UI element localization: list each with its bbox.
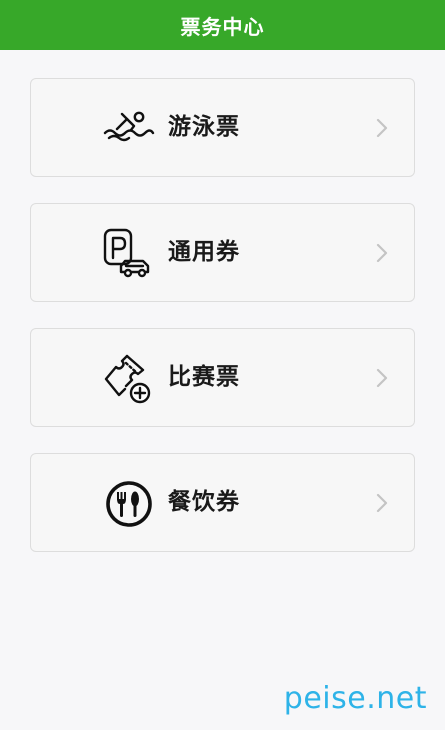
- chevron-right-icon: [372, 242, 392, 264]
- card-label: 游泳票: [168, 114, 240, 140]
- parking-car-icon: [103, 228, 155, 280]
- header-bar: 票务中心: [0, 0, 445, 50]
- chevron-right-icon: [372, 117, 392, 139]
- card-general-voucher[interactable]: 通用券: [30, 203, 415, 302]
- swimmer-icon: [103, 103, 155, 155]
- ticket-plus-icon: [103, 353, 155, 405]
- dining-icon: [103, 478, 155, 530]
- card-label: 比赛票: [168, 364, 240, 390]
- card-label: 餐饮券: [168, 489, 240, 515]
- page-title: 票务中心: [180, 14, 265, 39]
- watermark: peise.net: [283, 681, 427, 716]
- card-dining-voucher[interactable]: 餐饮券: [30, 453, 415, 552]
- chevron-right-icon: [372, 492, 392, 514]
- card-label: 通用券: [168, 239, 240, 265]
- chevron-right-icon: [372, 367, 392, 389]
- card-swimming-ticket[interactable]: 游泳票: [30, 78, 415, 177]
- card-match-ticket[interactable]: 比赛票: [30, 328, 415, 427]
